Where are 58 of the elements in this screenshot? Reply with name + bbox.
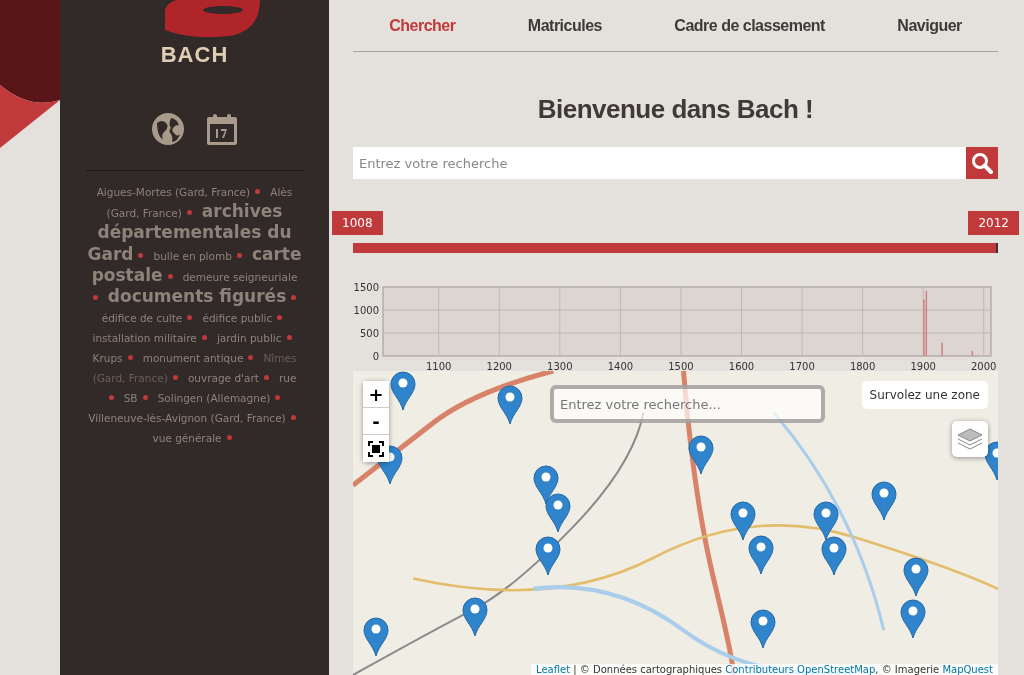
nav-tab[interactable]: Matricules (527, 16, 602, 35)
map-marker-icon[interactable] (730, 501, 756, 541)
map-marker-icon[interactable] (462, 597, 488, 637)
attribution-link[interactable]: MapQuest (942, 664, 993, 675)
map-search-field[interactable]: Entrez votre recherche... (550, 385, 825, 423)
x-tick-label: 1800 (849, 361, 876, 371)
logo-title: BACH (160, 42, 229, 68)
search-icon (971, 152, 993, 174)
map-marker-icon[interactable] (533, 465, 559, 505)
map-marker-icon[interactable] (535, 536, 561, 576)
histogram-bar (971, 350, 974, 356)
map-marker-icon[interactable] (748, 535, 774, 575)
x-tick-label: 1900 (910, 361, 936, 371)
search-field[interactable]: Entrez votre recherche (353, 147, 966, 179)
calendar-icon[interactable] (204, 112, 239, 146)
search-button[interactable] (966, 147, 998, 179)
range-slider-track[interactable] (353, 243, 998, 253)
map-marker-icon[interactable] (688, 435, 714, 475)
fullscreen-button[interactable] (363, 435, 389, 462)
y-tick-label: 1500 (353, 282, 379, 293)
layers-icon (957, 427, 983, 451)
map-view[interactable]: + - Entrez votre recherche... Survolez une zone Leaflet | © Données cartographiques Contributeurs OpenStreetMap, © Imagerie MapQuest (353, 371, 998, 675)
x-tick-label: 1500 (668, 361, 694, 371)
hover-hint: Survolez une zone (861, 381, 988, 409)
map-marker-icon[interactable] (900, 599, 926, 639)
x-tick-label: 1200 (486, 361, 512, 371)
zoom-in-button[interactable]: + (363, 381, 389, 408)
x-tick-label: 1400 (607, 361, 634, 371)
attribution-link[interactable]: Leaflet (536, 664, 571, 675)
map-marker-icon[interactable] (750, 609, 776, 649)
zoom-out-button[interactable]: - (363, 408, 389, 435)
layers-button[interactable] (952, 421, 988, 457)
map-marker-icon[interactable] (390, 371, 416, 411)
range-end-label[interactable]: 2012 (968, 211, 1019, 235)
nav-tab[interactable]: Cadre de classement (674, 16, 825, 35)
y-tick-label: 0 (372, 351, 379, 362)
x-tick-label: 1700 (789, 361, 815, 371)
x-tick-label: 1100 (426, 361, 452, 371)
map-marker-icon[interactable] (545, 493, 571, 533)
y-tick-label: 500 (359, 328, 379, 339)
fullscreen-icon (368, 440, 384, 457)
map-attribution: Leaflet | © Données cartographiques Contributeurs OpenStreetMap, © Imagerie MapQuest (531, 664, 998, 675)
map-marker-icon[interactable] (903, 557, 929, 597)
globe-icon[interactable] (150, 112, 185, 146)
map-marker-icon[interactable] (363, 617, 389, 657)
nav-tab[interactable]: Naviguer (897, 16, 962, 35)
x-tick-label: 1300 (547, 361, 573, 371)
map-marker-icon[interactable] (497, 385, 523, 425)
page-heading: Bienvenue dans Bach ! (536, 94, 815, 125)
map-marker-icon[interactable] (813, 501, 839, 541)
y-tick-label: 1000 (353, 305, 379, 316)
nav-tab[interactable]: Chercher (389, 16, 456, 35)
map-marker-icon[interactable] (821, 536, 847, 576)
map-marker-icon[interactable] (871, 481, 897, 521)
tag-cloud[interactable]: Aigues-Mortes (Gard, France) Alès (Gard, France) archives départementales du Gard bulle en plomb carte postale demeure seigneuriale documents figurés édifice de culte édifice public installation militaire jardin public Krups monument antique Nîmes (Gard, France) ouvrage d'art rue SB Solingen (Allemagne) Villeneuve-lès-Avignon (Gard, France) vue générale (85, 181, 304, 448)
x-tick-label: 1600 (728, 361, 755, 371)
range-start-label[interactable]: 1008 (332, 211, 383, 235)
x-tick-label: 2000 (971, 361, 997, 371)
